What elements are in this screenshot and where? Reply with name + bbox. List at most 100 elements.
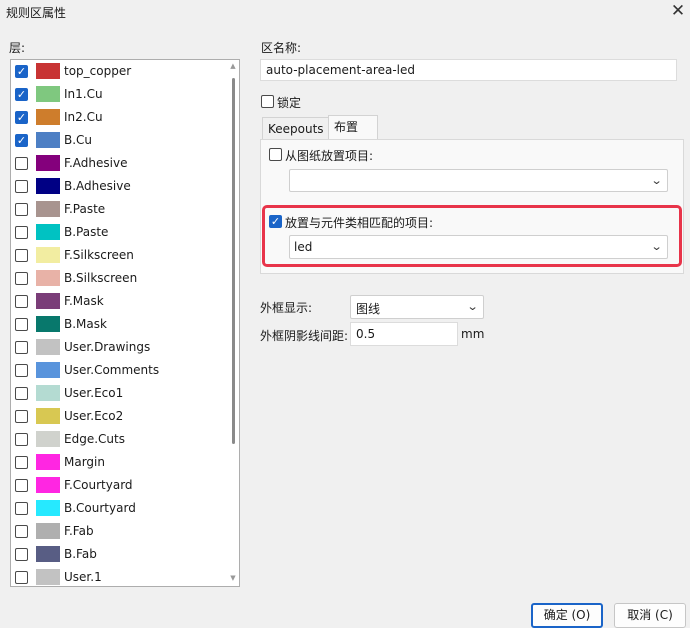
- layer-color-swatch[interactable]: [36, 385, 60, 401]
- layer-checkbox[interactable]: ✓: [15, 88, 28, 101]
- layer-color-swatch[interactable]: [36, 224, 60, 240]
- layer-color-swatch[interactable]: [36, 132, 60, 148]
- layer-color-swatch[interactable]: [36, 109, 60, 125]
- zone-name-label: 区名称:: [261, 41, 302, 55]
- layer-row[interactable]: User.Eco1: [11, 382, 229, 405]
- close-icon[interactable]: ✕: [667, 0, 689, 22]
- layer-row[interactable]: B.Courtyard: [11, 497, 229, 520]
- layer-row[interactable]: User.Drawings: [11, 336, 229, 359]
- layer-checkbox[interactable]: [15, 571, 28, 584]
- layer-row[interactable]: B.Adhesive: [11, 175, 229, 198]
- tab-keepouts[interactable]: Keepouts: [262, 117, 330, 140]
- layer-row[interactable]: F.Fab: [11, 520, 229, 543]
- check-icon: ✓: [16, 65, 27, 78]
- layer-checkbox[interactable]: [15, 180, 28, 193]
- layer-row[interactable]: B.Mask: [11, 313, 229, 336]
- layer-row[interactable]: F.Silkscreen: [11, 244, 229, 267]
- layer-color-swatch[interactable]: [36, 270, 60, 286]
- layer-color-swatch[interactable]: [36, 155, 60, 171]
- outline-display-select[interactable]: 图线 ⌄: [350, 295, 484, 319]
- layer-checkbox[interactable]: [15, 226, 28, 239]
- layer-name: top_copper: [64, 64, 132, 78]
- layer-color-swatch[interactable]: [36, 477, 60, 493]
- layer-checkbox[interactable]: [15, 456, 28, 469]
- layer-row[interactable]: ✓ top_copper: [11, 60, 229, 83]
- layer-row[interactable]: User.Eco2: [11, 405, 229, 428]
- tab-placement[interactable]: 布置: [328, 115, 378, 141]
- layer-color-swatch[interactable]: [36, 431, 60, 447]
- match-class-checkbox[interactable]: ✓: [269, 215, 282, 228]
- layer-color-swatch[interactable]: [36, 63, 60, 79]
- layer-row[interactable]: Margin: [11, 451, 229, 474]
- layer-color-swatch[interactable]: [36, 178, 60, 194]
- layer-row[interactable]: F.Paste: [11, 198, 229, 221]
- layer-color-swatch[interactable]: [36, 546, 60, 562]
- hatch-spacing-input[interactable]: 0.5: [350, 322, 458, 346]
- layer-name: B.Silkscreen: [64, 271, 138, 285]
- layer-checkbox[interactable]: [15, 410, 28, 423]
- layer-name: User.1: [64, 570, 102, 584]
- layer-row[interactable]: F.Mask: [11, 290, 229, 313]
- layer-checkbox[interactable]: [15, 249, 28, 262]
- cancel-button[interactable]: 取消 (C): [614, 603, 686, 628]
- layer-color-swatch[interactable]: [36, 569, 60, 585]
- layer-row[interactable]: User.Comments: [11, 359, 229, 382]
- layer-list-scrollbar[interactable]: ▲ ▼: [228, 60, 239, 586]
- scroll-thumb[interactable]: [232, 78, 235, 444]
- layer-color-swatch[interactable]: [36, 339, 60, 355]
- layer-row[interactable]: ✓ In2.Cu: [11, 106, 229, 129]
- layer-name: F.Silkscreen: [64, 248, 134, 262]
- layer-name: User.Comments: [64, 363, 160, 377]
- from-sheet-select[interactable]: ⌄: [289, 169, 668, 192]
- layer-row[interactable]: B.Paste: [11, 221, 229, 244]
- layer-row[interactable]: ✓ In1.Cu: [11, 83, 229, 106]
- layer-row[interactable]: F.Adhesive: [11, 152, 229, 175]
- layer-checkbox[interactable]: [15, 341, 28, 354]
- layer-checkbox[interactable]: [15, 387, 28, 400]
- layer-checkbox[interactable]: ✓: [15, 65, 28, 78]
- layer-color-swatch[interactable]: [36, 408, 60, 424]
- layer-row[interactable]: User.1: [11, 566, 229, 586]
- ok-button[interactable]: 确定 (O): [531, 603, 603, 628]
- scroll-up-icon[interactable]: ▲: [229, 62, 237, 70]
- layer-color-swatch[interactable]: [36, 316, 60, 332]
- layer-row[interactable]: B.Silkscreen: [11, 267, 229, 290]
- layer-checkbox[interactable]: [15, 318, 28, 331]
- layer-color-swatch[interactable]: [36, 362, 60, 378]
- zone-name-input[interactable]: auto-placement-area-led: [260, 59, 677, 81]
- layer-color-swatch[interactable]: [36, 201, 60, 217]
- layer-checkbox[interactable]: [15, 203, 28, 216]
- layer-checkbox[interactable]: [15, 364, 28, 377]
- layer-name: B.Fab: [64, 547, 97, 561]
- layer-checkbox[interactable]: [15, 295, 28, 308]
- layer-color-swatch[interactable]: [36, 293, 60, 309]
- layer-color-swatch[interactable]: [36, 454, 60, 470]
- layer-color-swatch[interactable]: [36, 500, 60, 516]
- layer-checkbox[interactable]: [15, 157, 28, 170]
- layer-name: Edge.Cuts: [64, 432, 125, 446]
- layer-color-swatch[interactable]: [36, 86, 60, 102]
- layer-color-swatch[interactable]: [36, 523, 60, 539]
- chevron-down-icon: ⌄: [650, 240, 663, 253]
- scroll-down-icon[interactable]: ▼: [229, 574, 237, 582]
- layer-checkbox[interactable]: [15, 479, 28, 492]
- layer-checkbox[interactable]: ✓: [15, 111, 28, 124]
- layer-checkbox[interactable]: [15, 433, 28, 446]
- layer-name: F.Courtyard: [64, 478, 133, 492]
- layer-color-swatch[interactable]: [36, 247, 60, 263]
- layer-checkbox[interactable]: [15, 502, 28, 515]
- layer-list[interactable]: ▲ ▼ ✓ top_copper ✓ In1.Cu ✓ In2.Cu ✓ B.Cu F.Adhe…: [10, 59, 240, 587]
- layer-row[interactable]: B.Fab: [11, 543, 229, 566]
- layer-row[interactable]: Edge.Cuts: [11, 428, 229, 451]
- layer-checkbox[interactable]: ✓: [15, 134, 28, 147]
- layer-row[interactable]: ✓ B.Cu: [11, 129, 229, 152]
- layer-checkbox[interactable]: [15, 272, 28, 285]
- layer-row[interactable]: F.Courtyard: [11, 474, 229, 497]
- match-class-select[interactable]: led ⌄: [289, 235, 668, 259]
- lock-checkbox[interactable]: [261, 95, 274, 108]
- layer-checkbox[interactable]: [15, 525, 28, 538]
- check-icon: ✓: [16, 111, 27, 124]
- layer-checkbox[interactable]: [15, 548, 28, 561]
- chevron-down-icon: ⌄: [650, 174, 663, 187]
- from-sheet-checkbox[interactable]: [269, 148, 282, 161]
